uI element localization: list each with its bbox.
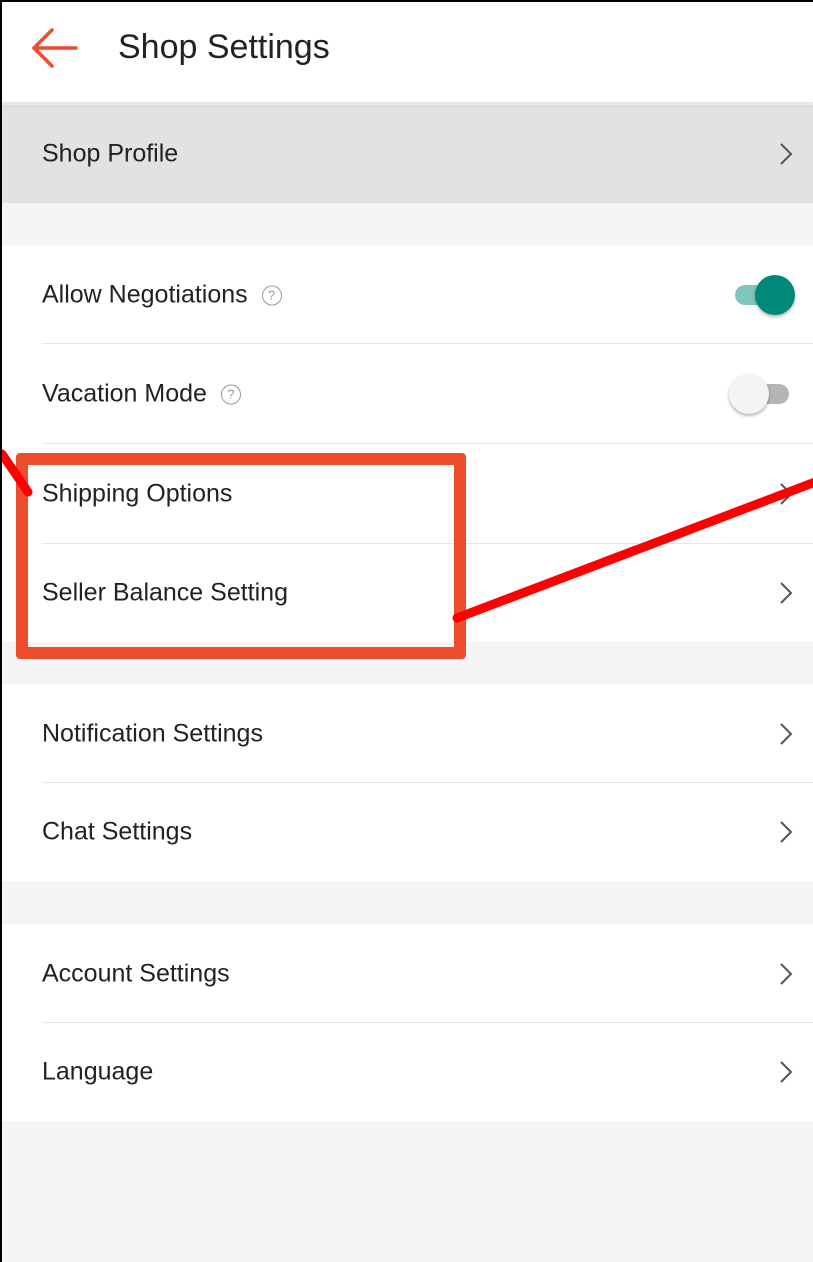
row-label: Account Settings [42, 959, 230, 987]
help-icon[interactable]: ? [220, 384, 241, 405]
row-label: Shipping Options [42, 479, 233, 508]
settings-row-shop-profile[interactable]: Shop Profile [2, 105, 813, 203]
vacation-mode-toggle[interactable] [729, 371, 795, 417]
row-label: Notification Settings [42, 719, 263, 747]
row-label: Seller Balance Setting [42, 578, 288, 607]
toggle-knob [755, 274, 795, 315]
chevron-right-icon [780, 582, 793, 604]
allow-negotiations-label: Allow Negotiations [42, 280, 248, 308]
row-label: Allow Negotiations? [42, 280, 282, 309]
settings-row-vacation-mode: Vacation Mode? [2, 344, 813, 444]
row-label: Language [42, 1057, 154, 1086]
chevron-right-icon [780, 483, 793, 505]
chevron-right-icon [780, 143, 793, 165]
help-icon[interactable]: ? [261, 285, 282, 305]
settings-row-seller-balance-setting[interactable]: Seller Balance Setting [2, 544, 813, 642]
toggle-knob [729, 374, 769, 414]
app-bar: Shop Settings [2, 2, 813, 102]
row-label: Vacation Mode? [42, 380, 241, 409]
row-label: Chat Settings [42, 817, 193, 846]
settings-row-shipping-options[interactable]: Shipping Options [2, 444, 813, 544]
page-title: Shop Settings [118, 28, 330, 66]
vacation-mode-label: Vacation Mode [42, 379, 207, 408]
settings-row-notification-settings[interactable]: Notification Settings [2, 684, 813, 783]
allow-negotiations-toggle[interactable] [729, 272, 795, 318]
chevron-right-icon [780, 722, 793, 745]
chevron-right-icon [780, 962, 793, 985]
settings-row-chat-settings[interactable]: Chat Settings [2, 783, 813, 881]
shop-settings-screen: Shop Settings Shop Profile Allow Negotia… [0, 0, 813, 1262]
chevron-right-icon [780, 821, 793, 843]
row-label: Shop Profile [42, 139, 179, 168]
settings-row-account-settings[interactable]: Account Settings [2, 924, 813, 1023]
arrow-left-icon[interactable] [28, 24, 80, 72]
settings-row-language[interactable]: Language [2, 1023, 813, 1121]
chevron-right-icon [780, 1061, 793, 1083]
settings-row-allow-negotiations: Allow Negotiations? [2, 245, 813, 344]
